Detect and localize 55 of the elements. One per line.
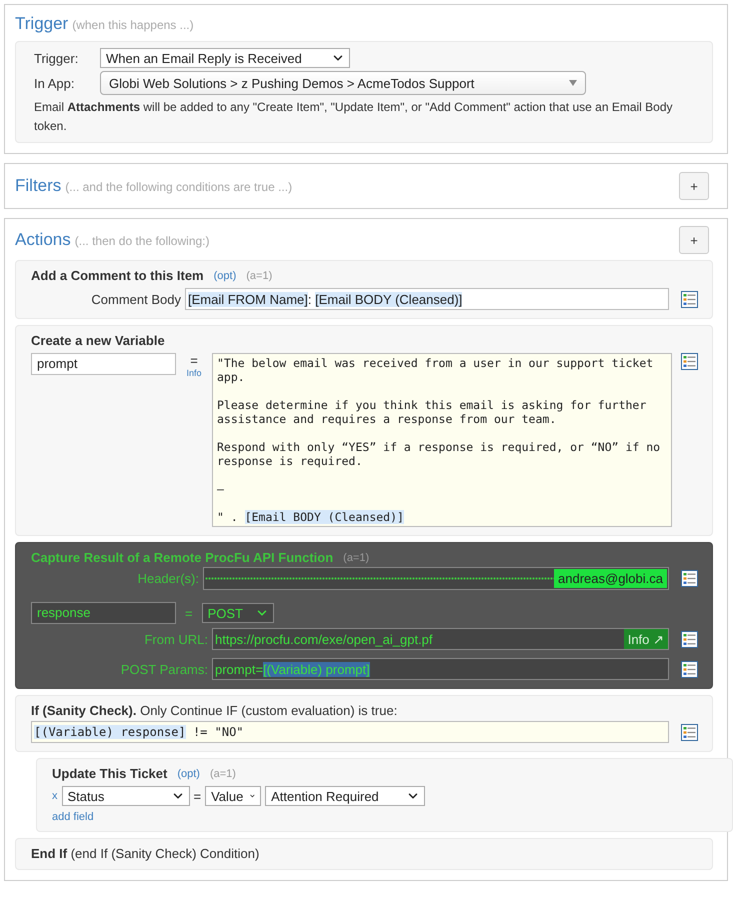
action-title: Create a new Variable	[31, 333, 166, 348]
url-field[interactable]: https://procfu.com/exe/open_ai_gpt.pf Info ↗	[212, 628, 669, 650]
input-field[interactable]: [Email FROM Name]: [Email BODY (Cleansed)]	[185, 288, 669, 310]
add-action-button[interactable]: +	[679, 226, 709, 254]
section-title: Filters	[15, 176, 62, 196]
field-label: Comment Body	[90, 292, 181, 306]
dropdown-triangle-icon	[569, 80, 577, 86]
action-title: End If (end If (Sanity Check) Condition)	[31, 846, 260, 861]
equals-sign: =	[194, 788, 202, 804]
equals-sign: =	[190, 353, 198, 368]
token-list-icon[interactable]	[681, 660, 698, 678]
text-area[interactable]: "The below email was received from a user in our support ticket app. Please determine if you think this email is asking for further assistance and requires a response from our team. Respond with only “YES” if a response is required, or “NO” if no response is required. — " . [Email BODY (Cleansed)]	[212, 353, 672, 527]
header-field[interactable]: andreas@globi.ca	[203, 567, 669, 590]
field-label: In App:	[34, 76, 76, 90]
section-title: Trigger	[15, 14, 68, 34]
field-select[interactable]: Status	[62, 786, 190, 806]
field-label: Trigger:	[34, 50, 80, 66]
count-label: (a=1)	[210, 768, 236, 780]
field-label: POST Params:	[120, 662, 208, 676]
token-list-icon[interactable]	[681, 630, 698, 648]
input-field[interactable]: [(Variable) response] != "NO"	[31, 721, 669, 743]
field-label: Header(s):	[136, 571, 199, 586]
status-option-select[interactable]: Attention Required	[265, 786, 426, 806]
token-list-icon[interactable]	[681, 353, 698, 370]
field-label: From URL:	[143, 632, 208, 646]
variable-name-field[interactable]: prompt	[31, 353, 176, 375]
account-label: andreas@globi.ca	[554, 569, 667, 588]
trigger-select[interactable]: When an Email Reply is Received	[100, 48, 350, 68]
remove-link[interactable]: x	[52, 790, 58, 802]
action-title: Update This Ticket	[52, 766, 168, 781]
count-label: (a=1)	[246, 270, 272, 282]
add-filter-button[interactable]: +	[679, 172, 709, 200]
opt-link[interactable]: (opt)	[177, 768, 200, 780]
variable-name-field[interactable]: response	[31, 602, 176, 624]
action-title: Capture Result of a Remote ProcFu API Function	[31, 550, 334, 565]
section-title: Actions	[15, 230, 71, 250]
section-subtitle: (when this happens ...)	[72, 18, 194, 32]
action-title: If (Sanity Check). Only Continue IF (custom evaluation) is true:	[31, 703, 398, 718]
token-list-icon[interactable]	[681, 290, 698, 308]
method-select[interactable]: POST	[202, 603, 274, 623]
token-list-icon[interactable]	[681, 570, 698, 587]
count-label: (a=1)	[343, 552, 370, 564]
app-select[interactable]: Globi Web Solutions > z Pushing Demos > AcmeTodos Support	[100, 71, 586, 95]
mode-select[interactable]: Value	[205, 786, 262, 806]
section-subtitle: (... and the following conditions are true ...)	[65, 180, 292, 194]
info-button[interactable]: Info ↗	[624, 629, 668, 649]
token-list-icon[interactable]	[681, 724, 698, 740]
opt-link[interactable]: (opt)	[214, 270, 236, 282]
add-field-link[interactable]: add field	[52, 811, 718, 823]
section-subtitle: (... then do the following:)	[74, 234, 210, 248]
action-title: Add a Comment to this Item	[31, 268, 204, 283]
attachments-note: Email Attachments will be added to any "Create Item", "Update Item", or "Add Comment" action that use an Email Body token.	[34, 99, 674, 135]
equals-sign: =	[185, 606, 193, 620]
input-field[interactable]: prompt=[(Variable) prompt]	[212, 658, 669, 680]
info-link[interactable]: Info	[186, 368, 202, 378]
